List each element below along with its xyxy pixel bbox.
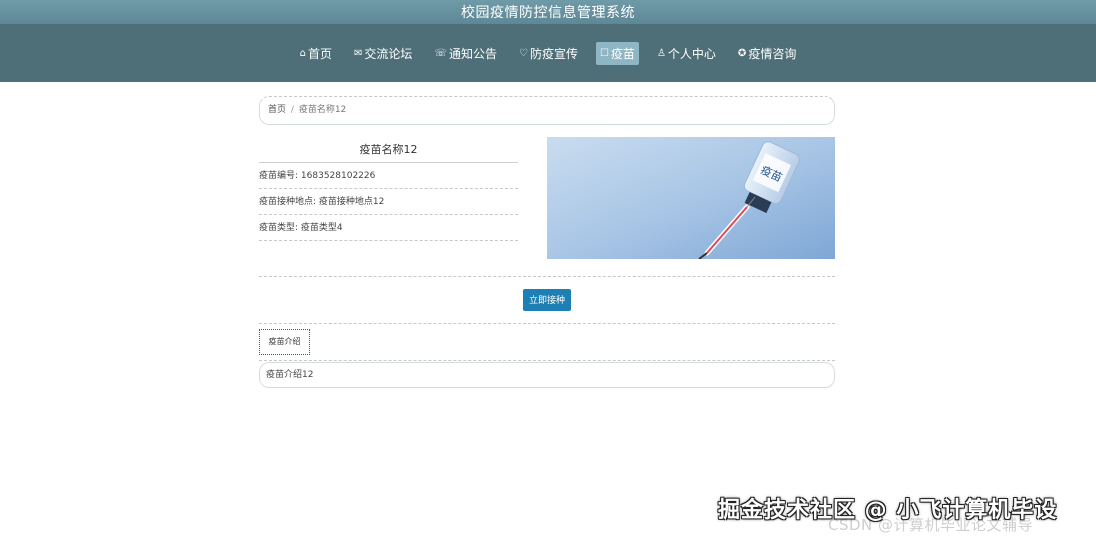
nav-item-prevention[interactable]: ♡ 防疫宣传 [515, 42, 582, 65]
nav-item-vaccine[interactable]: ☐ 疫苗 [595, 41, 639, 65]
row-value: 1683528102226 [300, 171, 376, 181]
vaccine-icon: ☐ [599, 47, 609, 59]
nav-item-label: 通知公告 [448, 46, 497, 61]
book-vaccination-button[interactable]: 立即接种 [523, 289, 571, 311]
nav-item-label: 疫苗 [610, 46, 635, 61]
vaccine-image: 疫苗 [547, 137, 835, 259]
notice-icon: ☏ [434, 47, 447, 59]
nav-item-label: 首页 [308, 46, 333, 61]
nav-item-consult[interactable]: ✪ 疫情咨询 [734, 42, 800, 65]
breadcrumb: 首页 / 疫苗名称12 [259, 96, 835, 125]
nav-item-label: 防疫宣传 [529, 46, 578, 61]
vaccine-number-row: 疫苗编号: 1683528102226 [259, 163, 518, 189]
breadcrumb-current: 疫苗名称12 [298, 105, 347, 115]
vaccine-name: 疫苗名称12 [259, 137, 518, 163]
vaccine-type-row: 疫苗类型: 疫苗类型4 [259, 215, 518, 241]
breadcrumb-separator: / [290, 105, 294, 115]
section-divider [259, 276, 835, 277]
home-icon: ⌂ [299, 47, 307, 59]
shield-icon: ♡ [518, 47, 528, 59]
system-title: 校园疫情防控信息管理系统 [461, 5, 635, 21]
tab-vaccine-intro[interactable]: 疫苗介绍 [259, 329, 310, 355]
row-value: 疫苗类型4 [300, 223, 343, 233]
vaccine-location-row: 疫苗接种地点: 疫苗接种地点12 [259, 189, 518, 215]
user-icon: ♙ [656, 47, 666, 59]
consult-icon: ✪ [737, 47, 747, 59]
row-label: 疫苗接种地点: [259, 197, 317, 207]
nav-item-profile[interactable]: ♙ 个人中心 [653, 42, 720, 65]
nav-item-label: 个人中心 [667, 46, 716, 61]
section-divider [259, 360, 835, 361]
nav-item-label: 疫情咨询 [748, 46, 797, 61]
vaccine-info-panel: 疫苗名称12 疫苗编号: 1683528102226 疫苗接种地点: 疫苗接种地… [259, 137, 518, 241]
juejin-watermark: 掘金技术社区 @ 小飞计算机毕设 [718, 498, 1058, 523]
row-label: 疫苗编号: [259, 171, 299, 181]
breadcrumb-home-link[interactable]: 首页 [268, 105, 286, 115]
section-divider [259, 323, 835, 324]
nav-item-home[interactable]: ⌂ 首页 [296, 42, 336, 65]
nav-item-label: 交流论坛 [364, 46, 413, 61]
message-icon: ✉ [354, 47, 363, 59]
nav-item-notice[interactable]: ☏ 通知公告 [430, 42, 501, 65]
vaccine-illustration: 疫苗 [547, 137, 835, 259]
nav-bar: ⌂ 首页 ✉ 交流论坛 ☏ 通知公告 ♡ 防疫宣传 ☐ 疫苗 ♙ 个人中心 ✪ … [0, 24, 1096, 82]
system-title-bar: 校园疫情防控信息管理系统 [0, 0, 1096, 24]
row-label: 疫苗类型: [259, 223, 299, 233]
vaccine-intro-content: 疫苗介绍12 [259, 362, 835, 388]
row-value: 疫苗接种地点12 [318, 197, 385, 207]
nav-item-forum[interactable]: ✉ 交流论坛 [350, 42, 416, 65]
nav-list: ⌂ 首页 ✉ 交流论坛 ☏ 通知公告 ♡ 防疫宣传 ☐ 疫苗 ♙ 个人中心 ✪ … [0, 24, 1096, 82]
